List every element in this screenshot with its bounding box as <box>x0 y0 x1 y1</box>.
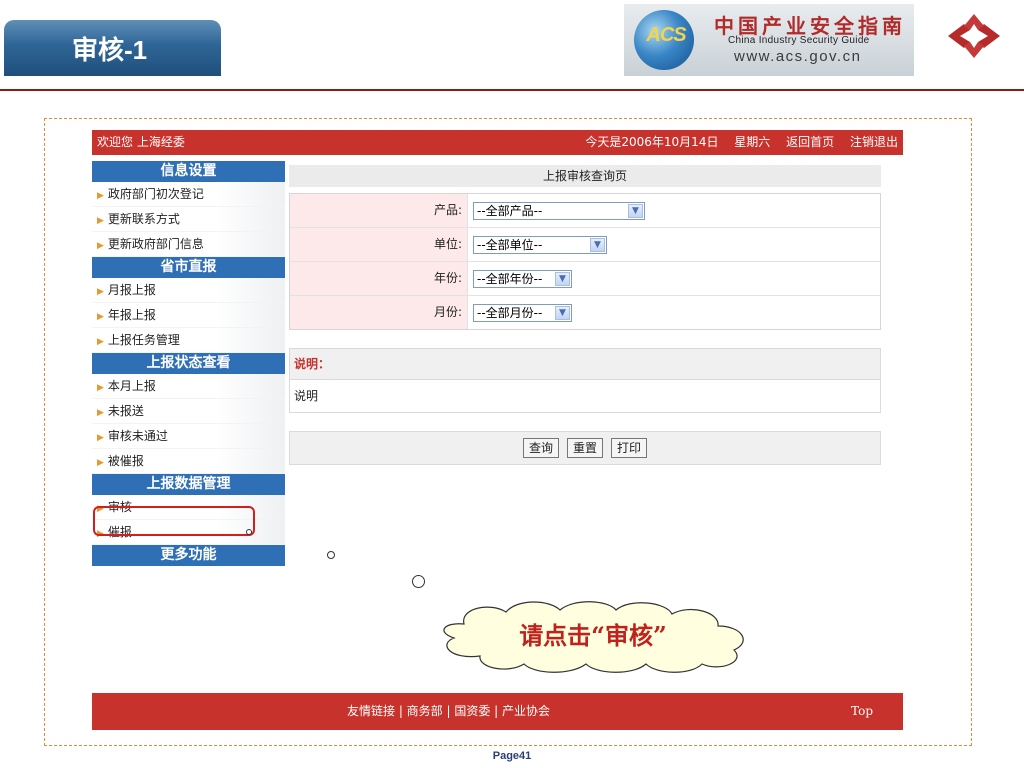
arrow-icon: ▶ <box>97 216 104 226</box>
top-bar-right: 今天是2006年10月14日 星期六 返回首页 注销退出 <box>573 130 898 155</box>
sidebar-section-more[interactable]: 更多功能 <box>92 545 285 566</box>
top-bar: 欢迎您 上海经委 今天是2006年10月14日 星期六 返回首页 注销退出 <box>92 130 903 155</box>
date-text: 今天是2006年10月14日 <box>585 135 719 149</box>
review-highlight <box>93 506 255 536</box>
note-heading: 说明： <box>289 348 881 380</box>
arrow-icon: ▶ <box>97 408 104 418</box>
footer: 友情链接 | 商务部 | 国资委 | 产业协会 Top <box>92 693 903 730</box>
callout-bubble-medium <box>412 575 425 588</box>
arrow-icon: ▶ <box>97 383 104 393</box>
year-label: 年份: <box>290 262 468 295</box>
chevron-down-icon: ▼ <box>555 305 570 320</box>
unit-select[interactable]: --全部单位-- ▼ <box>473 235 607 254</box>
sidebar-section-status: 上报状态查看 <box>92 353 285 374</box>
form-row-product: 产品: --全部产品-- ▼ <box>290 194 880 228</box>
sidebar-item-reminded[interactable]: ▶ 被催报 <box>92 449 285 474</box>
form-row-month: 月份: --全部月份-- ▼ <box>290 296 880 329</box>
header-divider <box>0 89 1024 91</box>
chevron-down-icon: ▼ <box>555 271 570 286</box>
arrow-icon: ▶ <box>97 433 104 443</box>
month-label: 月份: <box>290 296 468 329</box>
month-select[interactable]: --全部月份-- ▼ <box>473 303 572 322</box>
home-link[interactable]: 返回首页 <box>786 135 834 149</box>
callout-bubble-small <box>327 551 335 559</box>
callout-pointer-dot <box>246 529 252 535</box>
unit-label: 单位: <box>290 228 468 261</box>
sidebar-section-direct-report: 省市直报 <box>92 257 285 278</box>
emblem-icon <box>948 14 1000 58</box>
logo-url: www.acs.gov.cn <box>734 48 862 65</box>
sidebar-item-monthly-report[interactable]: ▶ 月报上报 <box>92 278 285 303</box>
form-row-year: 年份: --全部年份-- ▼ <box>290 262 880 296</box>
year-select[interactable]: --全部年份-- ▼ <box>473 269 572 288</box>
sidebar-item-review-failed[interactable]: ▶ 审核未通过 <box>92 424 285 449</box>
arrow-icon: ▶ <box>97 458 104 468</box>
arrow-icon: ▶ <box>97 287 104 297</box>
sidebar-section-info: 信息设置 <box>92 161 285 182</box>
chevron-down-icon: ▼ <box>590 237 605 252</box>
sidebar-item-initial-register[interactable]: ▶ 政府部门初次登记 <box>92 182 285 207</box>
sidebar-item-this-month[interactable]: ▶ 本月上报 <box>92 374 285 399</box>
arrow-icon: ▶ <box>97 337 104 347</box>
sidebar-item-update-dept-info[interactable]: ▶ 更新政府部门信息 <box>92 232 285 257</box>
page-title: 上报审核查询页 <box>289 165 881 187</box>
top-link[interactable]: Top <box>851 693 873 730</box>
note-text: 说明 <box>289 380 881 413</box>
sidebar-item-update-contact[interactable]: ▶ 更新联系方式 <box>92 207 285 232</box>
query-button[interactable]: 查询 <box>522 438 559 458</box>
button-bar: 查询 重置 打印 <box>289 431 881 465</box>
logout-link[interactable]: 注销退出 <box>850 135 898 149</box>
reset-button[interactable]: 重置 <box>566 438 603 458</box>
arrow-icon: ▶ <box>97 191 104 201</box>
arrow-icon: ▶ <box>97 312 104 322</box>
product-select[interactable]: --全部产品-- ▼ <box>473 201 645 220</box>
acs-logo-text: ACS <box>646 24 686 46</box>
chevron-down-icon: ▼ <box>628 203 643 218</box>
sidebar-item-annual-report[interactable]: ▶ 年报上报 <box>92 303 285 328</box>
product-label: 产品: <box>290 194 468 227</box>
welcome-text: 欢迎您 上海经委 <box>97 135 185 149</box>
callout-text: 请点击“审核” <box>519 621 667 650</box>
sidebar-item-not-submitted[interactable]: ▶ 未报送 <box>92 399 285 424</box>
print-button[interactable]: 打印 <box>611 438 648 458</box>
main-panel: 上报审核查询页 产品: --全部产品-- ▼ 单位: --全部单位-- ▼ 年份… <box>289 165 881 465</box>
sidebar-item-task-management[interactable]: ▶ 上报任务管理 <box>92 328 285 353</box>
footer-links[interactable]: 友情链接 | 商务部 | 国资委 | 产业协会 <box>347 693 550 730</box>
acs-logo: ACS 中国产业安全指南 China Industry Security Gui… <box>624 4 914 76</box>
weekday-text: 星期六 <box>734 135 771 149</box>
arrow-icon: ▶ <box>97 241 104 251</box>
page-number: Page41 <box>492 750 532 762</box>
logo-english-title: China Industry Security Guide <box>728 35 870 46</box>
slide-title: 审核-1 <box>4 20 221 76</box>
query-form: 产品: --全部产品-- ▼ 单位: --全部单位-- ▼ 年份: --全部年份… <box>289 193 881 330</box>
sidebar-section-data-management: 上报数据管理 <box>92 474 285 495</box>
form-row-unit: 单位: --全部单位-- ▼ <box>290 228 880 262</box>
